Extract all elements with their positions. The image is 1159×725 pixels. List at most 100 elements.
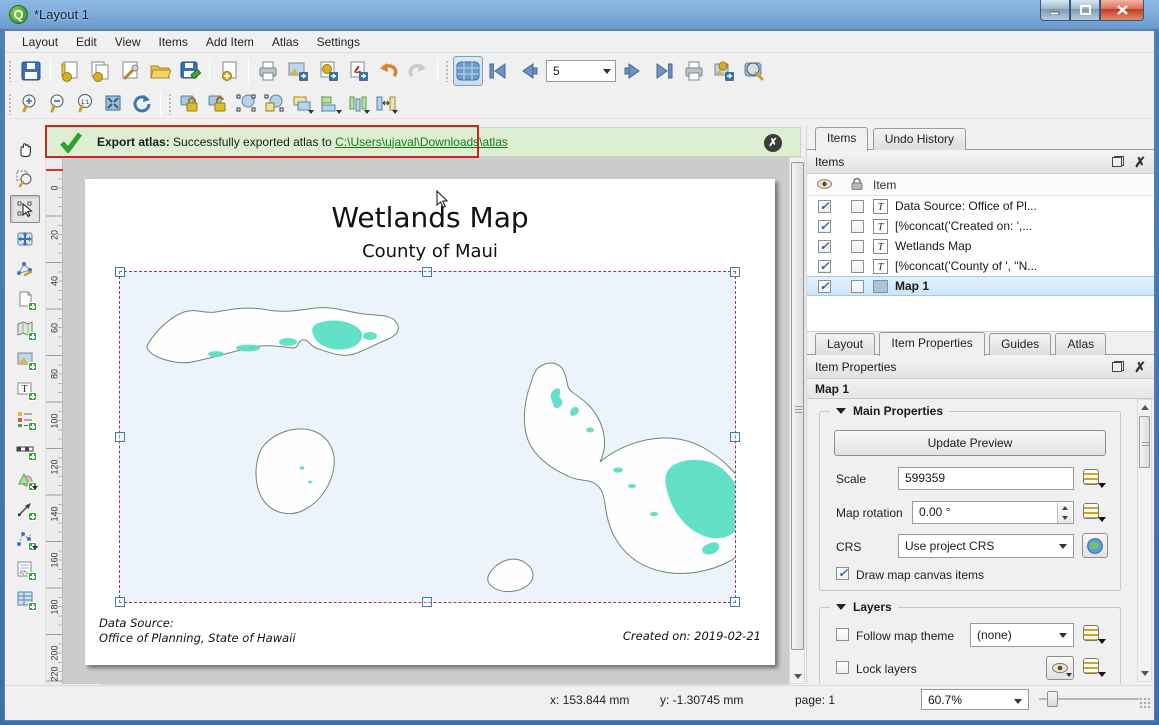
zoom-tool[interactable] <box>10 165 40 193</box>
float-panel-icon[interactable] <box>1112 361 1124 372</box>
menu-items[interactable]: Items <box>150 32 197 52</box>
properties-scrollbar[interactable] <box>1137 399 1152 682</box>
export-svg-button[interactable] <box>313 56 343 86</box>
data-defined-theme-button[interactable] <box>1082 624 1106 646</box>
lock-checkbox[interactable] <box>851 200 864 213</box>
zoom-actual-button[interactable]: 1:1 <box>72 91 100 117</box>
data-defined-lock-button[interactable] <box>1082 657 1106 679</box>
layout-manager-button[interactable] <box>115 56 145 86</box>
atlas-feature-combo[interactable]: 5 <box>546 60 616 82</box>
print-layout-button[interactable] <box>253 56 283 86</box>
add-scalebar-tool[interactable] <box>10 435 40 463</box>
map-subtitle-label[interactable]: County of Maui <box>85 241 775 262</box>
item-row-map1[interactable]: Map 1 <box>807 276 1154 296</box>
zoom-out-button[interactable] <box>44 91 72 117</box>
crs-combo[interactable]: Use project CRS <box>898 534 1074 558</box>
map-theme-combo[interactable]: (none) <box>970 623 1074 647</box>
menu-view[interactable]: View <box>106 32 150 52</box>
visibility-checkbox[interactable] <box>818 200 831 213</box>
add-map-tool[interactable] <box>10 315 40 343</box>
selection-handle[interactable] <box>422 267 432 277</box>
atlas-first-feature-button[interactable] <box>483 56 513 86</box>
visibility-checkbox[interactable] <box>818 260 831 273</box>
lock-checkbox[interactable] <box>851 240 864 253</box>
add-page-tool[interactable] <box>10 285 40 313</box>
zoom-full-button[interactable] <box>100 91 128 117</box>
map-item[interactable] <box>120 272 735 602</box>
layout-page[interactable]: Wetlands Map County of Maui <box>85 179 775 665</box>
message-close-button[interactable]: ✗ <box>764 134 782 152</box>
close-button[interactable] <box>1100 0 1144 21</box>
new-layout-button[interactable] <box>55 56 85 86</box>
menu-atlas[interactable]: Atlas <box>263 32 308 52</box>
align-items-button[interactable] <box>316 91 344 117</box>
item-row-data-source[interactable]: T Data Source: Office of Pl... <box>807 196 1154 216</box>
toolbar-grip[interactable] <box>445 60 450 82</box>
atlas-last-feature-button[interactable] <box>649 56 679 86</box>
selection-handle[interactable] <box>115 432 125 442</box>
scrollbar-thumb[interactable] <box>791 162 804 650</box>
add-attribute-table-tool[interactable] <box>10 585 40 613</box>
spinner-arrows[interactable] <box>1057 503 1072 523</box>
scroll-down-arrow[interactable] <box>794 674 802 679</box>
distribute-items-button[interactable] <box>344 91 372 117</box>
zoom-level-combo[interactable]: 60.7% <box>921 689 1029 710</box>
lock-layers-checkbox[interactable] <box>836 661 849 674</box>
selection-handle[interactable] <box>730 597 740 607</box>
zoom-in-button[interactable] <box>16 91 44 117</box>
group-items-button[interactable] <box>232 91 260 117</box>
canvas-vertical-scrollbar[interactable] <box>789 157 805 684</box>
created-on-label[interactable]: Created on: 2019-02-21 <box>623 629 761 643</box>
data-defined-rotation-button[interactable] <box>1082 502 1106 524</box>
follow-map-theme-checkbox[interactable] <box>836 628 849 641</box>
crs-select-button[interactable] <box>1082 533 1108 558</box>
visibility-checkbox[interactable] <box>818 240 831 253</box>
menu-edit[interactable]: Edit <box>67 32 106 52</box>
open-layout-button[interactable] <box>145 56 175 86</box>
selection-handle[interactable] <box>730 267 740 277</box>
add-legend-tool[interactable] <box>10 405 40 433</box>
tab-atlas[interactable]: Atlas <box>1055 333 1106 355</box>
data-defined-scale-button[interactable] <box>1082 468 1106 490</box>
select-move-item-tool[interactable] <box>10 195 40 223</box>
unlock-items-button[interactable] <box>204 91 232 117</box>
add-html-tool[interactable]: </> <box>10 555 40 583</box>
pan-tool[interactable] <box>10 135 40 163</box>
float-panel-icon[interactable] <box>1112 156 1124 167</box>
tab-items[interactable]: Items <box>815 127 868 151</box>
preview-atlas-toggle[interactable] <box>453 56 483 86</box>
visibility-checkbox[interactable] <box>818 220 831 233</box>
tab-layout[interactable]: Layout <box>815 333 875 355</box>
layer-visibility-button[interactable] <box>1046 656 1074 680</box>
tab-undo-history[interactable]: Undo History <box>873 128 966 150</box>
window-resize-grip[interactable] <box>1139 697 1151 709</box>
rotation-spinbox[interactable]: 0.00 ° <box>912 501 1074 524</box>
resize-items-button[interactable] <box>372 91 400 117</box>
close-panel-icon[interactable]: ✗ <box>1134 156 1146 168</box>
add-label-tool[interactable]: T <box>10 375 40 403</box>
refresh-button[interactable] <box>128 91 156 117</box>
print-atlas-button[interactable] <box>679 56 709 86</box>
toolbar-grip[interactable] <box>8 93 13 115</box>
zoom-slider-handle[interactable] <box>1047 691 1058 707</box>
selection-handle[interactable] <box>422 597 432 607</box>
scrollbar-thumb[interactable] <box>1139 416 1150 468</box>
redo-button[interactable] <box>403 56 433 86</box>
main-properties-title[interactable]: Main Properties <box>830 404 949 418</box>
raise-items-button[interactable] <box>288 91 316 117</box>
lock-items-button[interactable] <box>176 91 204 117</box>
atlas-settings-button[interactable] <box>739 56 769 86</box>
scale-input[interactable]: 599359 <box>898 467 1074 490</box>
selection-handle[interactable] <box>115 267 125 277</box>
layers-title[interactable]: Layers <box>830 600 898 614</box>
duplicate-layout-button[interactable] <box>85 56 115 86</box>
move-item-content-tool[interactable] <box>10 225 40 253</box>
item-row-wetlands-map[interactable]: T Wetlands Map <box>807 236 1154 256</box>
add-shape-tool[interactable] <box>10 465 40 493</box>
lock-checkbox[interactable] <box>851 220 864 233</box>
visibility-checkbox[interactable] <box>818 280 831 293</box>
atlas-next-feature-button[interactable] <box>619 56 649 86</box>
save-project-button[interactable] <box>16 56 46 86</box>
undo-button[interactable] <box>373 56 403 86</box>
tab-guides[interactable]: Guides <box>989 333 1051 355</box>
